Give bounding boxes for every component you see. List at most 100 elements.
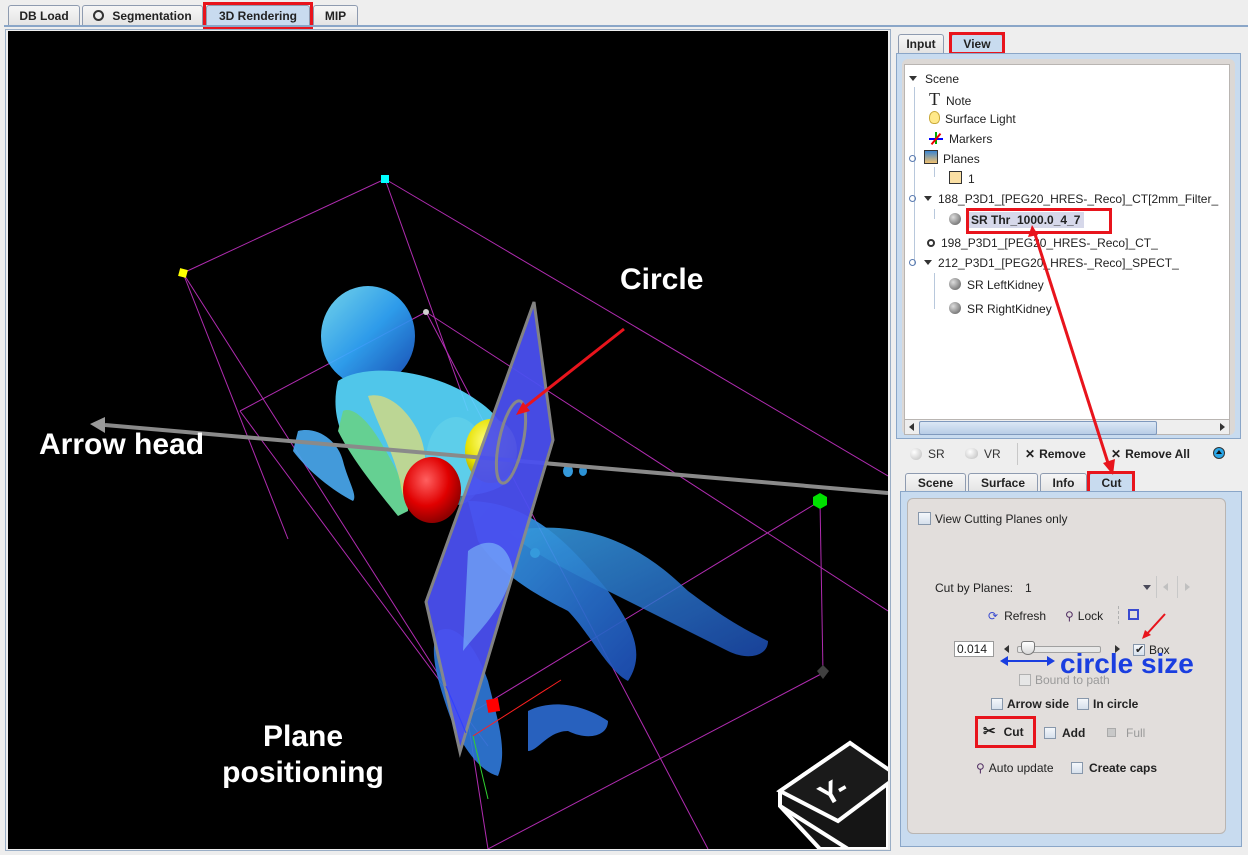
checkbox-label: Add xyxy=(1062,726,1086,740)
organ-red xyxy=(403,457,461,523)
tree-node-ct-188[interactable]: 188_P3D1_[PEG20_HRES-_Reco]_CT[2mm_Filte… xyxy=(909,190,1218,208)
tree-node-label: Planes xyxy=(943,152,980,166)
slider-thumb[interactable] xyxy=(1021,641,1036,655)
corner-handle-gray[interactable] xyxy=(817,665,829,679)
pin-icon: ⚲ xyxy=(1065,609,1074,623)
collapse-up-icon[interactable] xyxy=(1213,447,1225,459)
cut-button[interactable]: ✂ Cut xyxy=(983,724,1024,740)
tab-label: 3D Rendering xyxy=(218,9,297,23)
checkbox-box[interactable] xyxy=(991,698,1003,710)
lock-button[interactable]: ⚲ Lock xyxy=(1065,608,1103,624)
3d-viewer[interactable]: Y- Circle Arrow head Plane positioning xyxy=(8,31,888,849)
checkbox-box[interactable] xyxy=(918,512,931,525)
button-label: Auto update xyxy=(988,761,1054,775)
surface-sphere-icon xyxy=(949,278,961,290)
button-label: Cut xyxy=(1003,725,1024,739)
text-T-icon: T xyxy=(929,89,940,109)
separator xyxy=(1156,576,1157,598)
tree-handle-icon[interactable] xyxy=(909,259,916,266)
button-label: Refresh xyxy=(1004,609,1047,623)
tab-segmentation[interactable]: Segmentation xyxy=(82,5,203,26)
sr-button[interactable]: SR xyxy=(910,442,945,466)
tree-node-planes[interactable]: Planes xyxy=(909,150,980,168)
dropdown-triangle-icon[interactable] xyxy=(1143,585,1151,590)
auto-update-button[interactable]: ⚲ Auto update xyxy=(976,760,1054,776)
cut-by-planes-select[interactable]: 1 xyxy=(1025,580,1157,596)
checkbox-label: View Cutting Planes only xyxy=(935,512,1068,526)
annotation-arrow-box xyxy=(1142,613,1166,639)
tree-node-label: Scene xyxy=(925,72,960,86)
tree-node-label: 1 xyxy=(968,172,975,186)
corner-handle-white[interactable] xyxy=(423,309,429,315)
tab-input[interactable]: Input xyxy=(898,34,944,53)
orientation-cube[interactable]: Y- xyxy=(776,740,888,849)
tab-3d-rendering[interactable]: 3D Rendering xyxy=(206,5,310,26)
tab-label: DB Load xyxy=(19,9,69,23)
separator xyxy=(1118,606,1120,624)
checkbox-box[interactable] xyxy=(1077,698,1089,710)
tree-node-plane-1[interactable]: 1 xyxy=(949,170,975,188)
checkbox-label: Arrow side xyxy=(1007,697,1070,711)
corner-handle-green[interactable] xyxy=(813,493,827,509)
annotation-line: positioning xyxy=(222,756,384,789)
create-caps-checkbox[interactable]: Create caps xyxy=(1071,760,1157,776)
annotation-arrow-head: Arrow head xyxy=(39,428,205,461)
tree-node-label: Surface Light xyxy=(945,112,1016,126)
scroll-left-icon[interactable] xyxy=(909,423,914,431)
markers-axes-icon xyxy=(929,132,943,146)
sr-sphere-icon xyxy=(910,448,922,460)
plane-cube-icon xyxy=(949,171,962,184)
subtab-scene[interactable]: Scene xyxy=(905,473,966,492)
button-label: Full xyxy=(1126,726,1146,740)
in-circle-checkbox[interactable]: In circle xyxy=(1077,696,1138,712)
tree-node-scene[interactable]: Scene xyxy=(909,70,959,88)
tree-node-label: Note xyxy=(946,94,972,108)
prev-plane-icon[interactable] xyxy=(1163,583,1168,591)
checkbox-label: In circle xyxy=(1093,697,1139,711)
tab-label: MIP xyxy=(324,9,347,23)
annotation-double-arrow xyxy=(1000,656,1055,666)
tree-node-markers[interactable]: Markers xyxy=(929,130,992,148)
fit-frame-icon[interactable] xyxy=(1128,609,1139,620)
button-label: Lock xyxy=(1077,609,1104,623)
tab-db-load[interactable]: DB Load xyxy=(8,5,80,26)
checkbox-box[interactable] xyxy=(1071,762,1083,774)
corner-handle-yellow[interactable] xyxy=(178,268,188,278)
annotation-arrow-tree-to-cut xyxy=(1028,225,1115,475)
full-cube-icon xyxy=(1107,728,1116,737)
checkbox-box[interactable] xyxy=(1044,727,1056,739)
circle-size-input[interactable]: 0.014 xyxy=(954,641,994,657)
light-bulb-icon xyxy=(929,111,940,124)
vr-cloud-icon xyxy=(965,448,978,459)
refresh-button[interactable]: ⟳ Refresh xyxy=(988,608,1046,624)
tab-label: View xyxy=(963,37,991,51)
button-label: Remove All xyxy=(1125,447,1190,461)
tree-node-label: Markers xyxy=(949,132,993,146)
view-cutting-planes-only-checkbox[interactable]: View Cutting Planes only xyxy=(918,511,1068,527)
arrow-side-checkbox[interactable]: Arrow side xyxy=(991,696,1069,712)
tree-node-surface-light[interactable]: Surface Light xyxy=(929,110,1016,128)
corner-handle-cyan[interactable] xyxy=(381,175,389,183)
checkbox-label: Create caps xyxy=(1089,761,1158,775)
tree-node-label: 188_P3D1_[PEG20_HRES-_Reco]_CT[2mm_Filte… xyxy=(938,192,1219,206)
tab-view[interactable]: View xyxy=(951,34,1003,53)
expand-triangle-icon[interactable] xyxy=(924,260,932,265)
tree-handle-icon[interactable] xyxy=(909,195,916,202)
tree-guide xyxy=(914,87,915,265)
expand-triangle-icon[interactable] xyxy=(924,196,932,201)
checkbox-box[interactable] xyxy=(1019,674,1031,686)
tree-node-note[interactable]: T Note xyxy=(929,90,971,108)
tree-handle-icon[interactable] xyxy=(909,155,916,162)
full-button[interactable]: Full xyxy=(1107,725,1145,741)
annotation-circle-size: circle size xyxy=(1060,648,1194,679)
next-plane-icon[interactable] xyxy=(1185,583,1190,591)
expand-triangle-icon[interactable] xyxy=(909,76,917,81)
tab-mip[interactable]: MIP xyxy=(313,5,358,26)
tab-label: Segmentation xyxy=(112,9,192,23)
add-checkbox[interactable]: Add xyxy=(1044,725,1085,741)
tab-label: Scene xyxy=(917,476,954,490)
slider-decrement-icon[interactable] xyxy=(1004,645,1009,653)
vr-button[interactable]: VR xyxy=(965,442,1001,466)
scroll-right-icon[interactable] xyxy=(1220,423,1225,431)
tree-guide xyxy=(934,167,935,177)
